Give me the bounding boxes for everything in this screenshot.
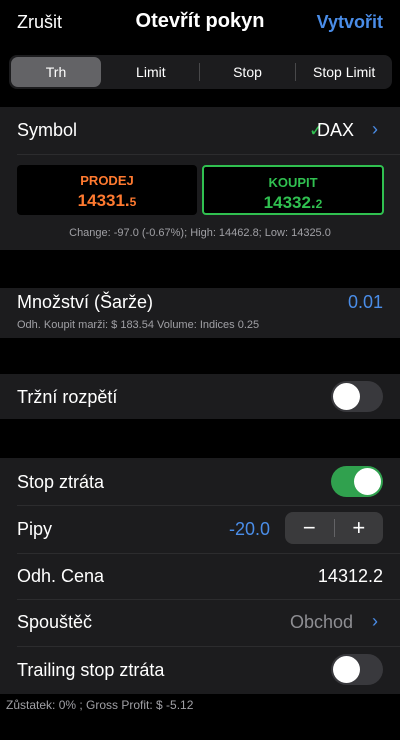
create-button[interactable]: Vytvořit: [317, 12, 383, 33]
market-stats: Change: -97.0 (-0.67%); High: 14462.8; L…: [69, 227, 331, 239]
quantity-label: Množství (Šarže): [17, 292, 154, 312]
stop-loss-label: Stop ztráta: [17, 472, 105, 492]
sell-button[interactable]: PRODEJ 14331.5: [17, 165, 197, 215]
buy-label: KOUPIT: [268, 175, 318, 190]
divider: [17, 646, 400, 647]
tab-stop[interactable]: Stop: [200, 57, 296, 87]
tab-limit[interactable]: Limit: [103, 57, 199, 87]
symbol-label: Symbol: [17, 120, 78, 140]
pips-label: Pipy: [17, 519, 53, 539]
margin-info: Odh. Koupit marži: $ 183.54 Volume: Indi…: [17, 319, 260, 331]
stop-loss-section: Stop ztráta Pipy -20.0 − + Odh. Cena 143…: [0, 458, 400, 694]
quantity-section: Množství (Šarže) 0.01 Odh. Koupit marži:…: [0, 288, 400, 338]
market-spread-section: Tržní rozpětí: [0, 374, 400, 419]
divider: [17, 154, 400, 155]
trigger-label: Spouštěč: [17, 612, 93, 632]
toggle-knob: [354, 468, 381, 495]
sell-price: 14331.5: [77, 191, 137, 210]
trigger-value: Obchod: [289, 612, 353, 632]
est-price-value: 14312.2: [317, 566, 383, 586]
stop-loss-toggle[interactable]: [331, 466, 383, 497]
balance-footer: Zůstatek: 0% ; Gross Profit: $ -5.12: [6, 698, 194, 712]
buy-price: 14332.2: [263, 193, 323, 212]
plus-button[interactable]: +: [335, 515, 384, 541]
market-spread-label: Tržní rozpětí: [17, 387, 118, 407]
symbol-row[interactable]: Symbol ✓ DAX ›: [0, 107, 400, 153]
toggle-knob: [333, 383, 360, 410]
est-price-label: Odh. Cena: [17, 566, 105, 586]
symbol-value: DAX: [316, 120, 354, 140]
buy-button[interactable]: KOUPIT 14332.2: [202, 165, 384, 215]
minus-button[interactable]: −: [285, 515, 334, 541]
trailing-stop-toggle[interactable]: [331, 654, 383, 685]
divider: [17, 553, 400, 554]
sell-label: PRODEJ: [80, 173, 134, 188]
cancel-button[interactable]: Zrušit: [17, 12, 62, 33]
order-type-segmented-control: Trh Limit Stop Stop Limit: [9, 55, 392, 89]
chevron-right-icon: ›: [372, 119, 378, 139]
tab-market[interactable]: Trh: [11, 57, 101, 87]
trailing-stop-label: Trailing stop ztráta: [17, 660, 165, 680]
divider: [17, 505, 400, 506]
chevron-right-icon: ›: [372, 611, 378, 631]
nav-bar: Zrušit Otevřít pokyn Vytvořit: [0, 0, 400, 48]
pips-stepper: − +: [285, 512, 383, 544]
pips-input[interactable]: -20.0: [229, 519, 270, 540]
toggle-knob: [333, 656, 360, 683]
market-spread-toggle[interactable]: [331, 381, 383, 412]
trigger-row[interactable]: Spouštěč Obchod ›: [0, 600, 400, 646]
tab-stop-limit[interactable]: Stop Limit: [296, 57, 392, 87]
quantity-input[interactable]: 0.01: [348, 292, 383, 313]
